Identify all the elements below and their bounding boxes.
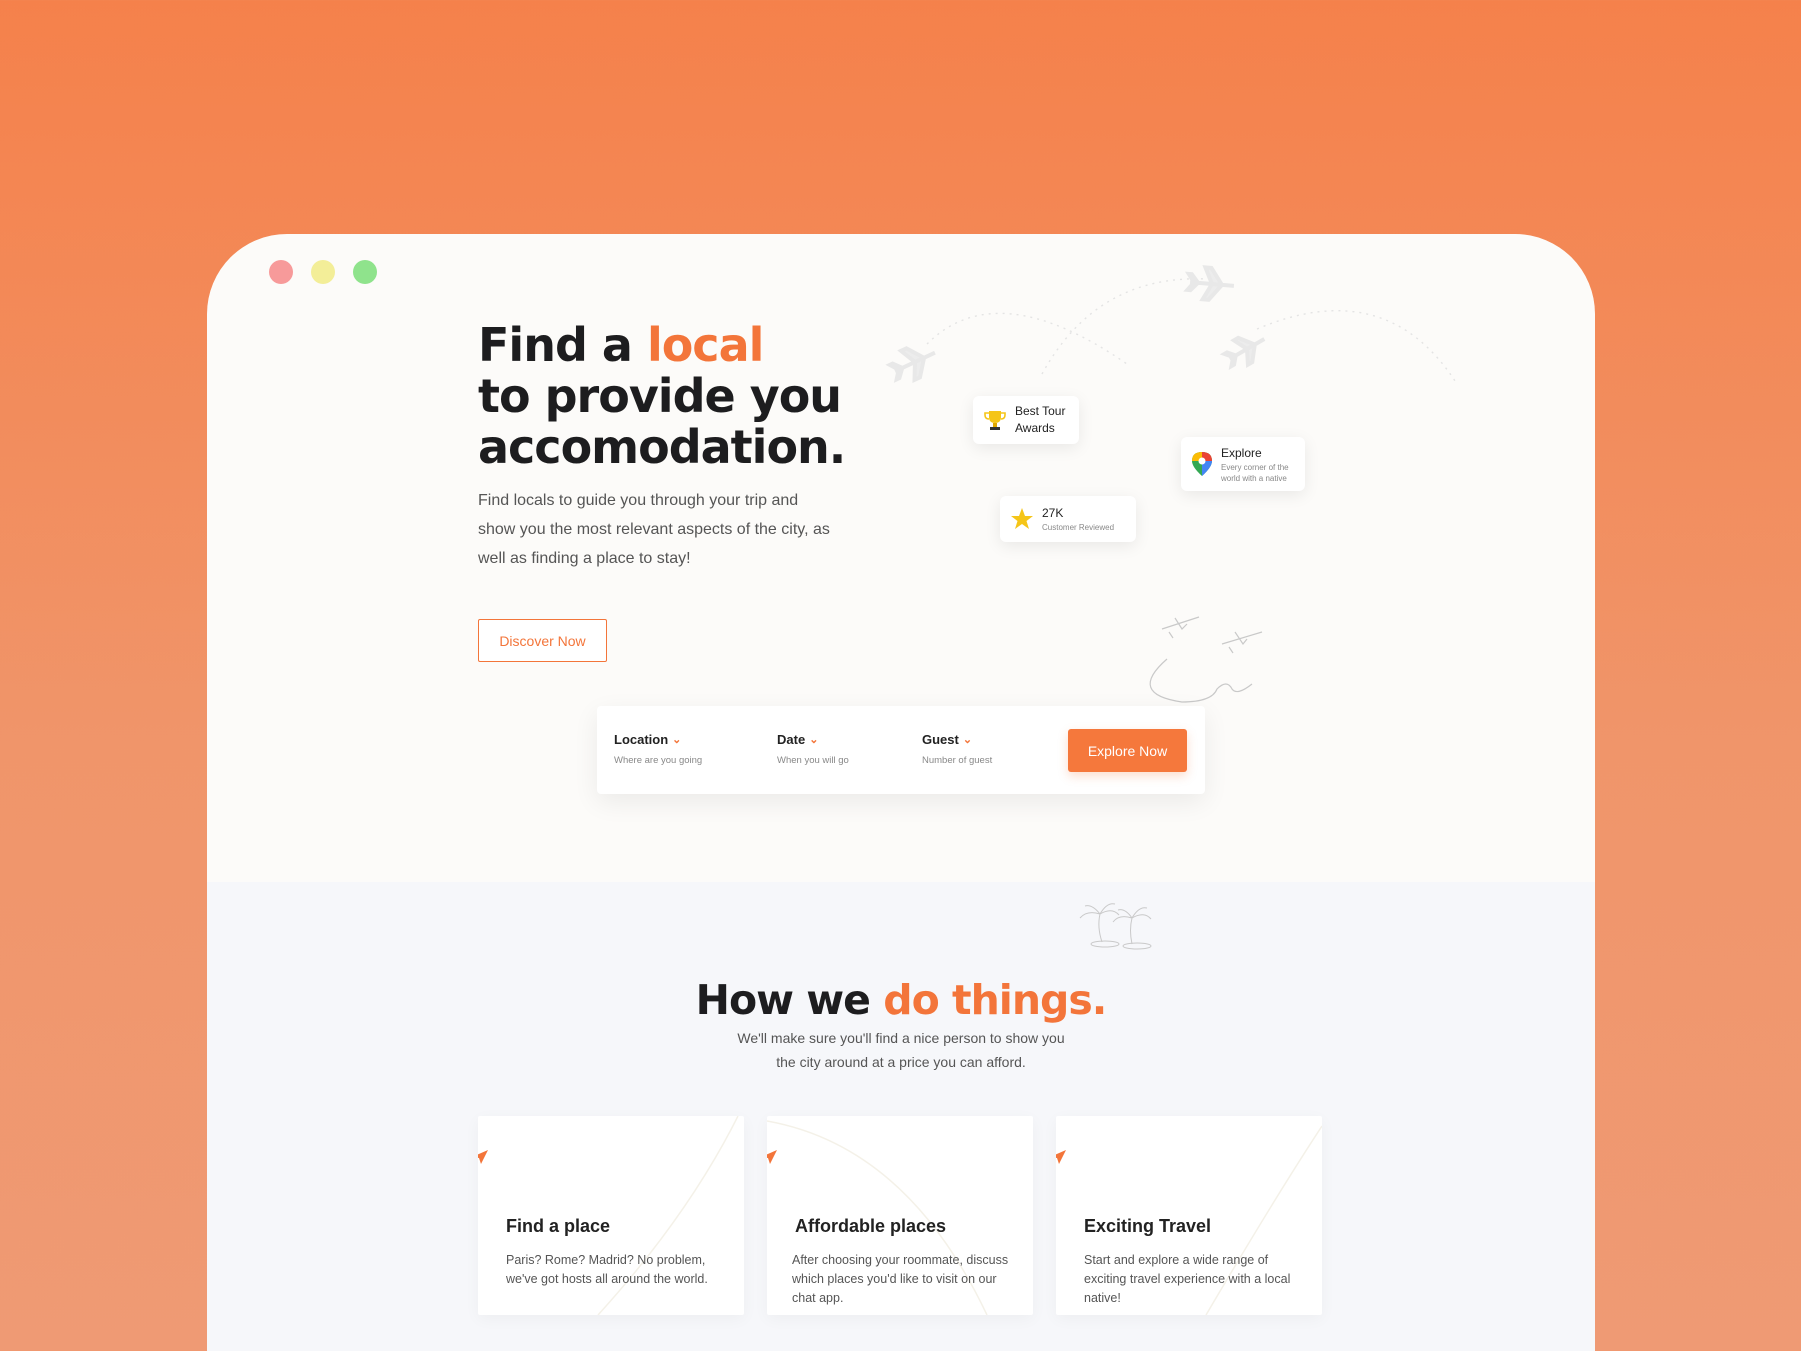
customer-reviews-badge: 27K Customer Reviewed	[1000, 496, 1136, 542]
paper-plane-icon	[478, 1150, 488, 1164]
reviews-label: Customer Reviewed	[1042, 523, 1115, 532]
chevron-down-icon: ⌄	[672, 734, 682, 746]
chevron-down-icon: ⌄	[809, 734, 819, 746]
explore-now-button[interactable]: Explore Now	[1068, 729, 1187, 772]
card-text: After choosing your roommate, discuss wh…	[792, 1253, 1009, 1305]
best-tour-awards-label: Best Tour Awards	[1015, 404, 1066, 435]
feature-card-find-place[interactable]: Find a place Paris? Rome? Madrid? No pro…	[478, 1116, 744, 1315]
location-field[interactable]: Location ⌄ Where are you going	[614, 732, 702, 766]
paper-plane-icon	[1056, 1150, 1066, 1164]
sketch-airplanes-icon	[1149, 616, 1263, 703]
paper-plane-icon	[767, 1150, 777, 1164]
hero-description: Find locals to guide you through your tr…	[478, 492, 830, 567]
airplane-icon	[1183, 265, 1235, 302]
date-hint: When you will go	[777, 755, 849, 766]
hero-title-line3: accomodation.	[478, 420, 846, 474]
location-hint: Where are you going	[614, 755, 703, 766]
guest-label: Guest	[922, 732, 959, 747]
section-title: How we do things.	[207, 976, 1595, 1024]
card-text: Paris? Rome? Madrid? No problem, we've g…	[506, 1253, 708, 1286]
location-label: Location	[614, 732, 669, 747]
reviews-count: 27K	[1042, 506, 1064, 520]
map-pin-icon	[1191, 451, 1213, 477]
explore-badge-subtitle: Every corner of the world with a native	[1221, 462, 1289, 483]
chevron-down-icon: ⌄	[962, 734, 973, 746]
card-text: Start and explore a wide range of exciti…	[1084, 1253, 1291, 1305]
section-subtitle-line1: We'll make sure you'll find a nice perso…	[737, 1030, 1065, 1046]
feature-card-exciting-travel[interactable]: Exciting Travel Start and explore a wide…	[1056, 1116, 1322, 1315]
hero-title-accent: local	[646, 318, 764, 372]
how-we-do-things-section: How we do things. We'll make sure you'll…	[207, 882, 1595, 1351]
date-field[interactable]: Date ⌄ When you will go	[777, 732, 849, 766]
browser-window: Find a local to provide you accomodation…	[207, 234, 1595, 1351]
explore-badge: Explore Every corner of the world with a…	[1181, 437, 1305, 491]
card-title: Find a place	[506, 1216, 611, 1236]
trophy-icon	[983, 408, 1007, 432]
best-tour-awards-badge: Best Tour Awards	[973, 396, 1079, 444]
section-title-accent: do things.	[883, 976, 1107, 1024]
feature-card-affordable-places[interactable]: Affordable places After choosing your ro…	[767, 1116, 1033, 1315]
hero-section: Find a local to provide you accomodation…	[207, 234, 1595, 882]
guest-field[interactable]: Guest ⌄ Number of guest	[922, 732, 992, 766]
hero-title-line2: to provide you	[478, 369, 842, 423]
search-bar: Location ⌄ Where are you going Date ⌄ When…	[597, 706, 1205, 794]
card-title: Exciting Travel	[1084, 1216, 1212, 1236]
hero-title-prefix: Find a	[478, 318, 647, 372]
discover-now-button[interactable]: Discover Now	[478, 619, 607, 662]
date-label: Date	[777, 732, 806, 747]
explore-badge-title: Explore	[1221, 445, 1262, 460]
star-icon	[1010, 507, 1034, 531]
guest-hint: Number of guest	[922, 755, 993, 766]
section-title-prefix: How we	[695, 976, 884, 1024]
airplane-icon	[1219, 335, 1266, 370]
hero-title: Find a local to provide you accomodation…	[478, 320, 978, 473]
card-title: Affordable places	[795, 1216, 947, 1236]
section-subtitle: We'll make sure you'll find a nice perso…	[207, 1026, 1595, 1074]
palm-trees-icon	[1079, 903, 1152, 950]
section-subtitle-line2: the city around at a price you can affor…	[776, 1054, 1026, 1070]
